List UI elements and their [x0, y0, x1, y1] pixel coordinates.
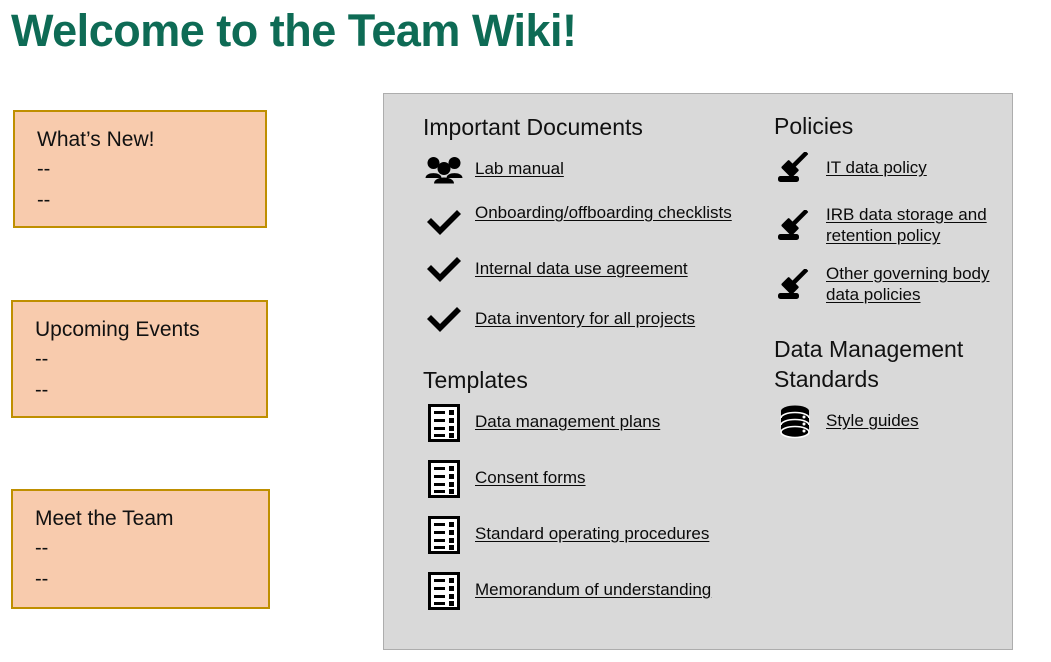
link-consent-forms[interactable]: Consent forms [475, 461, 586, 488]
people-icon [423, 152, 465, 188]
resources-right-column: Policies IT data policy IRB data storage… [774, 94, 1014, 454]
section-heading-important-documents: Important Documents [423, 114, 643, 140]
sidebar-box-title: Upcoming Events [35, 318, 200, 341]
link-data-management-plans[interactable]: Data management plans [475, 405, 660, 432]
sidebar-box-title: Meet the Team [35, 507, 174, 530]
checkmark-icon [423, 252, 465, 288]
link-onboarding-offboarding-checklists[interactable]: Onboarding/offboarding checklists [475, 202, 732, 223]
list-item[interactable]: IT data policy [774, 151, 1014, 187]
form-document-icon [423, 572, 465, 610]
link-style-guides[interactable]: Style guides [826, 404, 919, 431]
section-heading-policies: Policies [774, 113, 854, 139]
link-irb-data-storage-and-retention-policy[interactable]: IRB data storage and retention policy [826, 204, 1014, 246]
sidebar-box-title: What’s New! [37, 128, 155, 151]
list-item[interactable]: IRB data storage and retention policy [774, 204, 1014, 246]
link-internal-data-use-agreement[interactable]: Internal data use agreement [475, 252, 688, 279]
link-data-inventory-for-all-projects[interactable]: Data inventory for all projects [475, 302, 695, 329]
sidebar-box-whats-new: What’s New! -- -- [13, 110, 267, 228]
sidebar-box-line: -- [35, 348, 49, 370]
gavel-icon [774, 204, 816, 240]
sidebar-box-line: -- [37, 158, 51, 180]
sidebar-box-line: -- [35, 379, 49, 401]
list-item[interactable]: Onboarding/offboarding checklists [423, 202, 753, 238]
list-item[interactable]: Style guides [774, 404, 1014, 440]
link-list-templates: Data management plans Consent forms Stan… [423, 404, 753, 610]
link-list-policies: IT data policy IRB data storage and rete… [774, 151, 1014, 305]
sidebar-box-line: -- [35, 537, 49, 559]
link-lab-manual[interactable]: Lab manual [475, 152, 564, 179]
link-it-data-policy[interactable]: IT data policy [826, 151, 927, 178]
link-list-data-management-standards: Style guides [774, 404, 1014, 440]
slide-canvas: Welcome to the Team Wiki! What’s New! --… [0, 0, 1051, 662]
gavel-icon [774, 263, 816, 299]
database-icon [774, 404, 816, 440]
checkmark-icon [423, 202, 465, 238]
list-item[interactable]: Internal data use agreement [423, 252, 753, 288]
form-document-icon [423, 404, 465, 442]
section-heading-templates: Templates [423, 367, 528, 393]
list-item[interactable]: Standard operating procedures [423, 516, 753, 554]
list-item[interactable]: Consent forms [423, 460, 753, 498]
checkmark-icon [423, 302, 465, 338]
link-standard-operating-procedures[interactable]: Standard operating procedures [475, 517, 709, 544]
page-title: Welcome to the Team Wiki! [11, 5, 577, 56]
sidebar-box-upcoming-events: Upcoming Events -- -- [11, 300, 268, 418]
gavel-icon [774, 151, 816, 187]
link-other-governing-body-data-policies[interactable]: Other governing body data policies [826, 263, 1014, 305]
link-list-important-documents: Lab manual Onboarding/offboarding checkl… [423, 152, 753, 338]
list-item[interactable]: Other governing body data policies [774, 263, 1014, 305]
list-item[interactable]: Data management plans [423, 404, 753, 442]
sidebar-box-meet-the-team: Meet the Team -- -- [11, 489, 270, 609]
resources-left-column: Important Documents Lab manual Onboardin… [423, 94, 753, 623]
link-memorandum-of-understanding[interactable]: Memorandum of understanding [475, 573, 711, 600]
sidebar-box-line: -- [35, 568, 49, 590]
list-item[interactable]: Data inventory for all projects [423, 302, 753, 338]
form-document-icon [423, 516, 465, 554]
form-document-icon [423, 460, 465, 498]
resources-panel: Important Documents Lab manual Onboardin… [383, 93, 1013, 650]
list-item[interactable]: Lab manual [423, 152, 753, 188]
section-heading-data-management-standards: Data Management Standards [774, 336, 964, 392]
list-item[interactable]: Memorandum of understanding [423, 572, 753, 610]
sidebar-box-line: -- [37, 189, 51, 211]
